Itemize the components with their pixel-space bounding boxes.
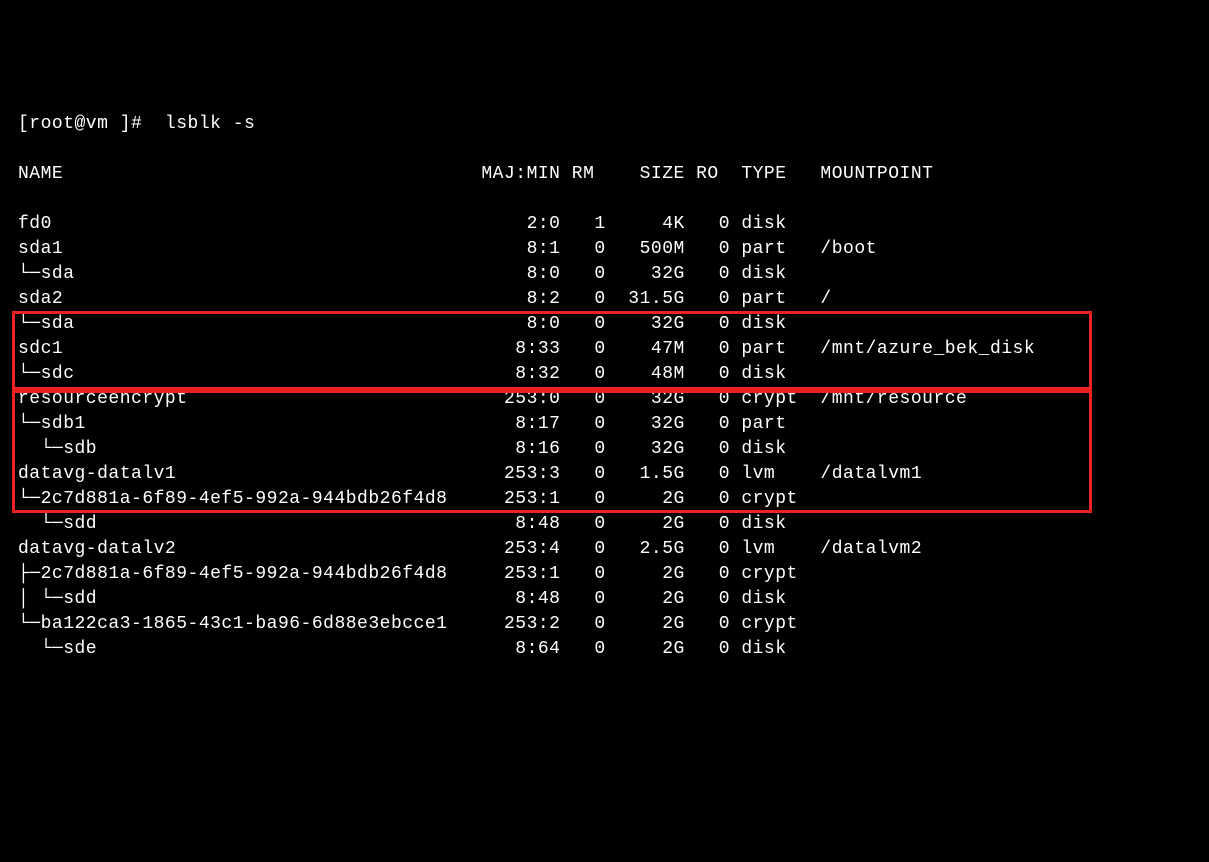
lsblk-row: └─sda 8:0 0 32G 0 disk <box>18 312 1191 337</box>
lsblk-row: sdc1 8:33 0 47M 0 part /mnt/azure_bek_di… <box>18 337 1191 362</box>
lsblk-output: fd0 2:0 1 4K 0 disk sda1 8:1 0 500M 0 pa… <box>18 212 1191 662</box>
lsblk-row: └─sda 8:0 0 32G 0 disk <box>18 262 1191 287</box>
lsblk-row: └─ba122ca3-1865-43c1-ba96-6d88e3ebcce1 2… <box>18 612 1191 637</box>
lsblk-row: ├─2c7d881a-6f89-4ef5-992a-944bdb26f4d8 2… <box>18 562 1191 587</box>
command-line: [root@vm ]# lsblk -s <box>18 112 1191 137</box>
lsblk-row: └─sdc 8:32 0 48M 0 disk <box>18 362 1191 387</box>
lsblk-row: └─sdb 8:16 0 32G 0 disk <box>18 437 1191 462</box>
lsblk-row: sda2 8:2 0 31.5G 0 part / <box>18 287 1191 312</box>
lsblk-row: └─sdd 8:48 0 2G 0 disk <box>18 512 1191 537</box>
lsblk-row: └─sde 8:64 0 2G 0 disk <box>18 637 1191 662</box>
header-line: NAME MAJ:MIN RM SIZE RO TYPE MOUNTPOINT <box>18 162 1191 187</box>
lsblk-row: fd0 2:0 1 4K 0 disk <box>18 212 1191 237</box>
lsblk-row: │ └─sdd 8:48 0 2G 0 disk <box>18 587 1191 612</box>
lsblk-row: resourceencrypt 253:0 0 32G 0 crypt /mnt… <box>18 387 1191 412</box>
lsblk-row: datavg-datalv1 253:3 0 1.5G 0 lvm /datal… <box>18 462 1191 487</box>
lsblk-row: sda1 8:1 0 500M 0 part /boot <box>18 237 1191 262</box>
lsblk-row: └─2c7d881a-6f89-4ef5-992a-944bdb26f4d8 2… <box>18 487 1191 512</box>
lsblk-row: datavg-datalv2 253:4 0 2.5G 0 lvm /datal… <box>18 537 1191 562</box>
lsblk-row: └─sdb1 8:17 0 32G 0 part <box>18 412 1191 437</box>
